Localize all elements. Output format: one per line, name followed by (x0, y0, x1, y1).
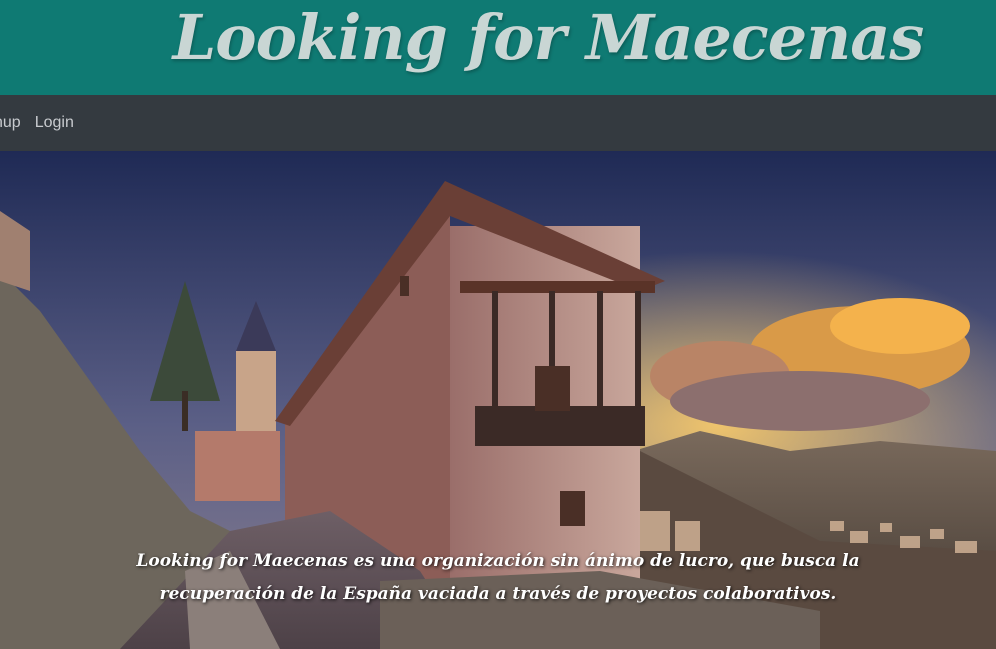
hero-banner: Looking for Maecenas es una organización… (0, 151, 996, 649)
site-header: Looking for Maecenas (0, 0, 996, 95)
hero-caption: Looking for Maecenas es una organización… (136, 551, 860, 604)
nav-link-login[interactable]: Login (35, 114, 74, 132)
navbar: nup Login (0, 95, 996, 151)
site-title: Looking for Maecenas (172, 1, 925, 74)
nav-link-signup[interactable]: nup (0, 114, 21, 132)
